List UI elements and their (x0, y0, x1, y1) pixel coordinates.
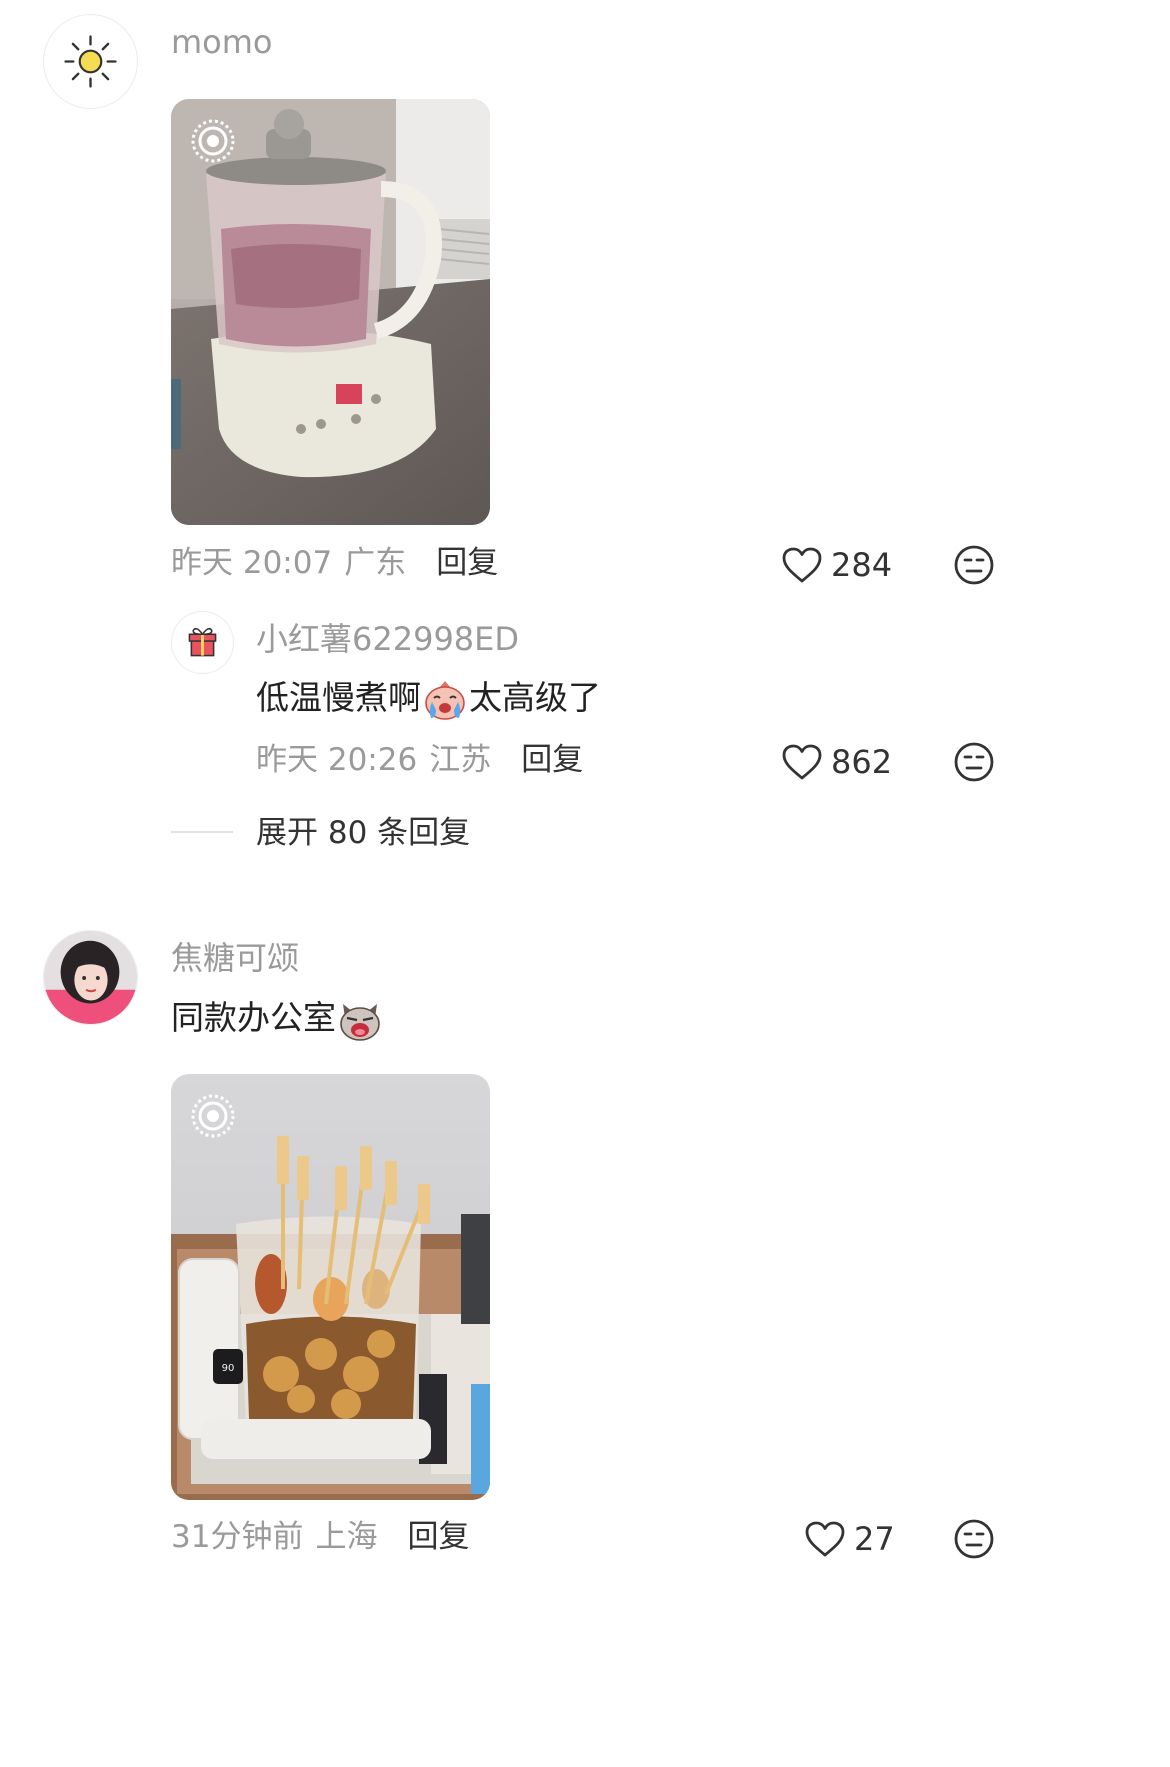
comment-time: 31分钟前 (171, 1519, 304, 1555)
svg-text:90: 90 (222, 1363, 235, 1374)
reply-button[interactable]: 回复 (436, 543, 498, 583)
emoji-reaction-button[interactable] (953, 544, 995, 586)
comment-text-content: 同款办公室 (171, 998, 336, 1037)
girl-selfie-avatar (44, 931, 137, 1024)
sun-icon (64, 35, 117, 88)
expand-divider (171, 831, 233, 833)
reply-text: 低温慢煮啊 太高级了 (256, 676, 601, 722)
neutral-face-icon (954, 545, 994, 585)
avatar[interactable] (43, 930, 138, 1025)
like-count: 284 (831, 546, 893, 584)
comment-meta: 昨天 20:07 广东 回复 (171, 543, 498, 583)
shocked-cat-emoji (340, 1003, 380, 1041)
reply-button[interactable]: 回复 (521, 740, 583, 780)
reply-username[interactable]: 小红薯622998ED (256, 619, 519, 659)
username[interactable]: momo (171, 22, 273, 62)
emoji-reaction-button[interactable] (953, 1518, 995, 1560)
like-count: 27 (854, 1520, 895, 1558)
reply-avatar[interactable] (171, 611, 234, 674)
avatar[interactable] (43, 14, 138, 109)
reply-meta: 昨天 20:26 江苏 回复 (256, 740, 583, 780)
comment-time: 昨天 20:07 (171, 545, 333, 581)
reply-location: 江苏 (429, 742, 492, 778)
kettle-meat-photo (171, 99, 490, 525)
comment-image[interactable]: 90 (171, 1074, 490, 1500)
like-button[interactable]: 27 (804, 1519, 895, 1559)
reply-like-button[interactable]: 862 (781, 742, 892, 782)
username[interactable]: 焦糖可颂 (171, 938, 299, 978)
neutral-face-icon (954, 742, 994, 782)
expand-replies-button[interactable]: 展开 80 条回复 (256, 813, 470, 853)
comment-location: 广东 (344, 545, 407, 581)
comment-text: 同款办公室 (171, 996, 384, 1042)
heart-icon (782, 547, 822, 583)
reply-time: 昨天 20:26 (256, 742, 418, 778)
kettle-skewers-photo: 90 (171, 1074, 490, 1500)
reply-text-before: 低温慢煮啊 (256, 678, 421, 717)
comment-meta: 31分钟前 上海 回复 (171, 1517, 469, 1557)
reply-button[interactable]: 回复 (407, 1517, 469, 1557)
reply-text-after: 太高级了 (469, 678, 601, 717)
reply-emoji-reaction-button[interactable] (953, 741, 995, 783)
heart-icon (782, 744, 822, 780)
comment-image[interactable] (171, 99, 490, 525)
reply-like-count: 862 (831, 743, 893, 781)
like-button[interactable]: 284 (781, 545, 892, 585)
crying-face-emoji (425, 680, 465, 720)
gift-icon (188, 627, 217, 657)
heart-icon (805, 1521, 845, 1557)
neutral-face-icon (954, 1519, 994, 1559)
comment-location: 上海 (315, 1519, 378, 1555)
